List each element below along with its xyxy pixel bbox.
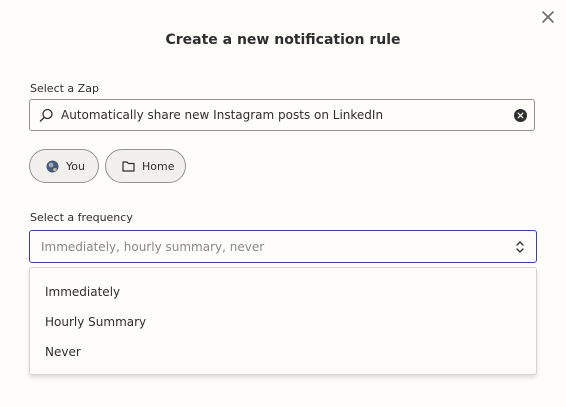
notification-rule-modal: Create a new notification rule Select a … [0,0,566,407]
close-button[interactable] [538,7,558,27]
frequency-select[interactable]: Immediately, hourly summary, never [29,230,537,263]
user-avatar-icon [45,159,59,173]
zap-search-value: Automatically share new Instagram posts … [61,108,384,122]
frequency-label: Select a frequency [30,211,133,224]
chip-label-home: Home [142,159,175,173]
you-filter-chip[interactable]: You [29,149,99,183]
frequency-option-hourly-summary[interactable]: Hourly Summary [30,307,536,337]
frequency-option-immediately[interactable]: Immediately [30,277,536,307]
zap-label: Select a Zap [30,82,99,95]
clear-search-button[interactable] [513,108,527,122]
clear-circle-icon [513,108,527,122]
chevron-up-down-icon [514,239,526,255]
frequency-option-never[interactable]: Never [30,337,536,367]
home-filter-chip[interactable]: Home [105,149,186,183]
frequency-placeholder: Immediately, hourly summary, never [41,239,265,254]
close-icon [542,11,554,23]
chip-label-you: You [66,159,85,173]
zap-search-input[interactable]: Automatically share new Instagram posts … [29,99,535,131]
search-icon [39,108,54,123]
modal-title: Create a new notification rule [165,32,401,48]
folder-icon [121,159,135,173]
frequency-dropdown-menu: Immediately Hourly Summary Never [29,267,537,375]
